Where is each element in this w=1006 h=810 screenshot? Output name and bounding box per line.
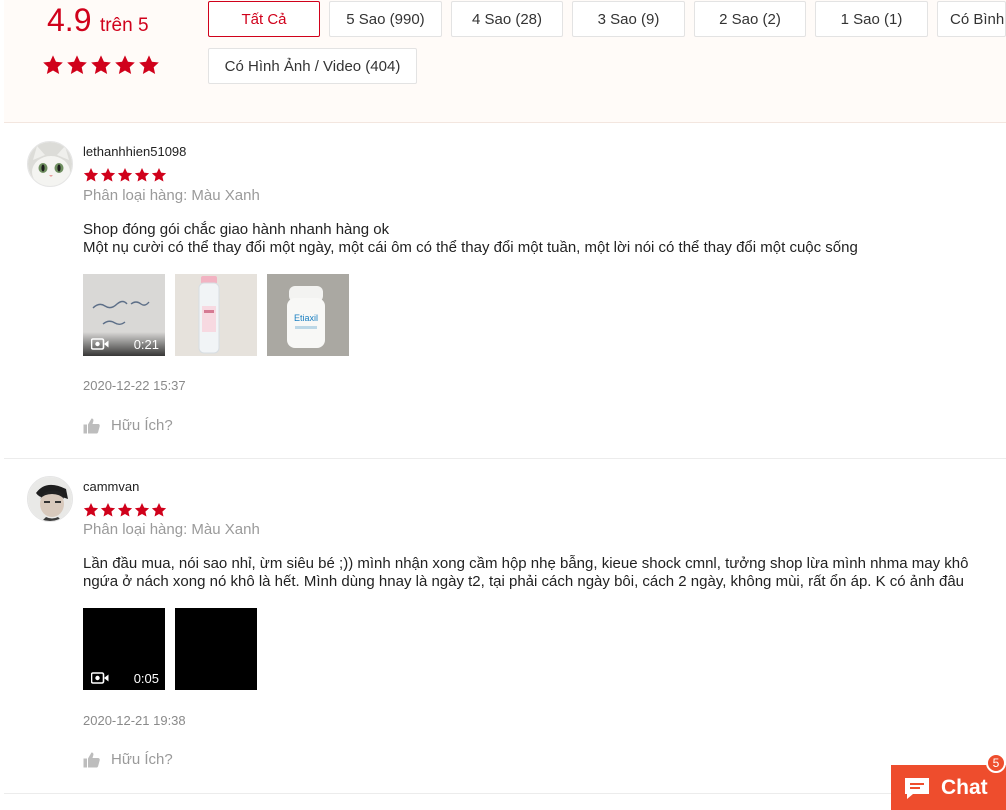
review-item: cammvan Phân loại hàng: Màu Xanh Lần đầu…	[4, 459, 1006, 794]
filter-with-media-button[interactable]: Có Hình Ảnh / Video (404)	[208, 48, 417, 84]
video-camera-icon	[91, 672, 109, 684]
review-video-thumbnail[interactable]: 0:05	[83, 608, 165, 690]
star-icon	[117, 502, 133, 518]
thumbs-up-icon	[83, 418, 101, 434]
chat-label: Chat	[941, 775, 988, 799]
review-stars	[83, 502, 167, 518]
video-duration: 0:05	[133, 670, 159, 686]
avatar[interactable]	[27, 476, 73, 522]
filter-1-star-button[interactable]: 1 Sao (1)	[815, 1, 928, 37]
helpful-button[interactable]: Hữu Ích?	[83, 751, 173, 768]
rating-overview: 4.9 trên 5 Tất Cả 5 Sao (990) 4 Sao (28)…	[4, 0, 1006, 123]
star-icon	[83, 167, 99, 183]
helpful-label: Hữu Ích?	[111, 751, 173, 768]
review-image-thumbnail[interactable]	[175, 274, 257, 356]
filter-5-star-button[interactable]: 5 Sao (990)	[329, 1, 442, 37]
star-icon	[100, 502, 116, 518]
helpful-button[interactable]: Hữu Ích?	[83, 417, 173, 434]
review-comment-line: Shop đóng gói chắc giao hành nhanh hàng …	[83, 221, 390, 238]
filter-with-comment-button[interactable]: Có Bình	[937, 1, 1006, 37]
video-badge: 0:21	[83, 332, 165, 356]
avatar[interactable]	[27, 141, 73, 187]
review-username[interactable]: cammvan	[83, 479, 139, 494]
rating-score-suffix: trên 5	[99, 15, 149, 36]
star-icon	[117, 167, 133, 183]
rating-score: 4.9 trên 5	[47, 2, 149, 39]
filter-2-star-button[interactable]: 2 Sao (2)	[694, 1, 806, 37]
rating-score-value: 4.9	[47, 2, 92, 38]
review-username[interactable]: lethanhhien51098	[83, 144, 186, 159]
star-icon	[138, 54, 160, 76]
star-icon	[134, 167, 150, 183]
review-date: 2020-12-22 15:37	[83, 378, 186, 393]
filter-3-star-button[interactable]: 3 Sao (9)	[572, 1, 685, 37]
video-duration: 0:21	[133, 336, 159, 352]
star-icon	[66, 54, 88, 76]
star-icon	[100, 167, 116, 183]
review-date: 2020-12-21 19:38	[83, 713, 186, 728]
star-icon	[151, 167, 167, 183]
review-comment: Shop đóng gói chắc giao hành nhanh hàng …	[83, 221, 1006, 257]
filter-4-star-button[interactable]: 4 Sao (28)	[451, 1, 563, 37]
review-variant: Phân loại hàng: Màu Xanh	[83, 187, 260, 204]
star-icon	[114, 54, 136, 76]
star-icon	[90, 54, 112, 76]
review-item: lethanhhien51098 Phân loại hàng: Màu Xan…	[4, 124, 1006, 459]
review-image-thumbnail[interactable]	[175, 608, 257, 690]
review-stars	[83, 167, 167, 183]
rating-stars	[42, 54, 160, 76]
review-image-thumbnail[interactable]: Etiaxil	[267, 274, 349, 356]
video-camera-icon	[91, 338, 109, 350]
product-label: Etiaxil	[294, 313, 318, 323]
thumbs-up-icon	[83, 752, 101, 768]
helpful-label: Hữu Ích?	[111, 417, 173, 434]
video-badge: 0:05	[83, 666, 165, 690]
star-icon	[83, 502, 99, 518]
review-comment: Lần đầu mua, nói sao nhỉ, ừm siêu bé ;))…	[83, 555, 1006, 591]
review-video-thumbnail[interactable]: 0:21	[83, 274, 165, 356]
star-icon	[134, 502, 150, 518]
chat-button[interactable]: Chat	[891, 765, 1006, 810]
review-comment-line: ngứa ở nách xong nó khô là hết. Mình dùn…	[83, 573, 965, 590]
star-icon	[151, 502, 167, 518]
chat-unread-badge: 5	[986, 753, 1006, 773]
review-comment-line: Một nụ cười có thể thay đổi một ngày, mộ…	[83, 239, 858, 256]
review-comment-line: Lần đầu mua, nói sao nhỉ, ừm siêu bé ;))…	[83, 555, 969, 572]
review-variant: Phân loại hàng: Màu Xanh	[83, 521, 260, 538]
star-icon	[42, 54, 64, 76]
chat-bubble-icon	[905, 777, 929, 799]
filter-all-button[interactable]: Tất Cả	[208, 1, 320, 37]
